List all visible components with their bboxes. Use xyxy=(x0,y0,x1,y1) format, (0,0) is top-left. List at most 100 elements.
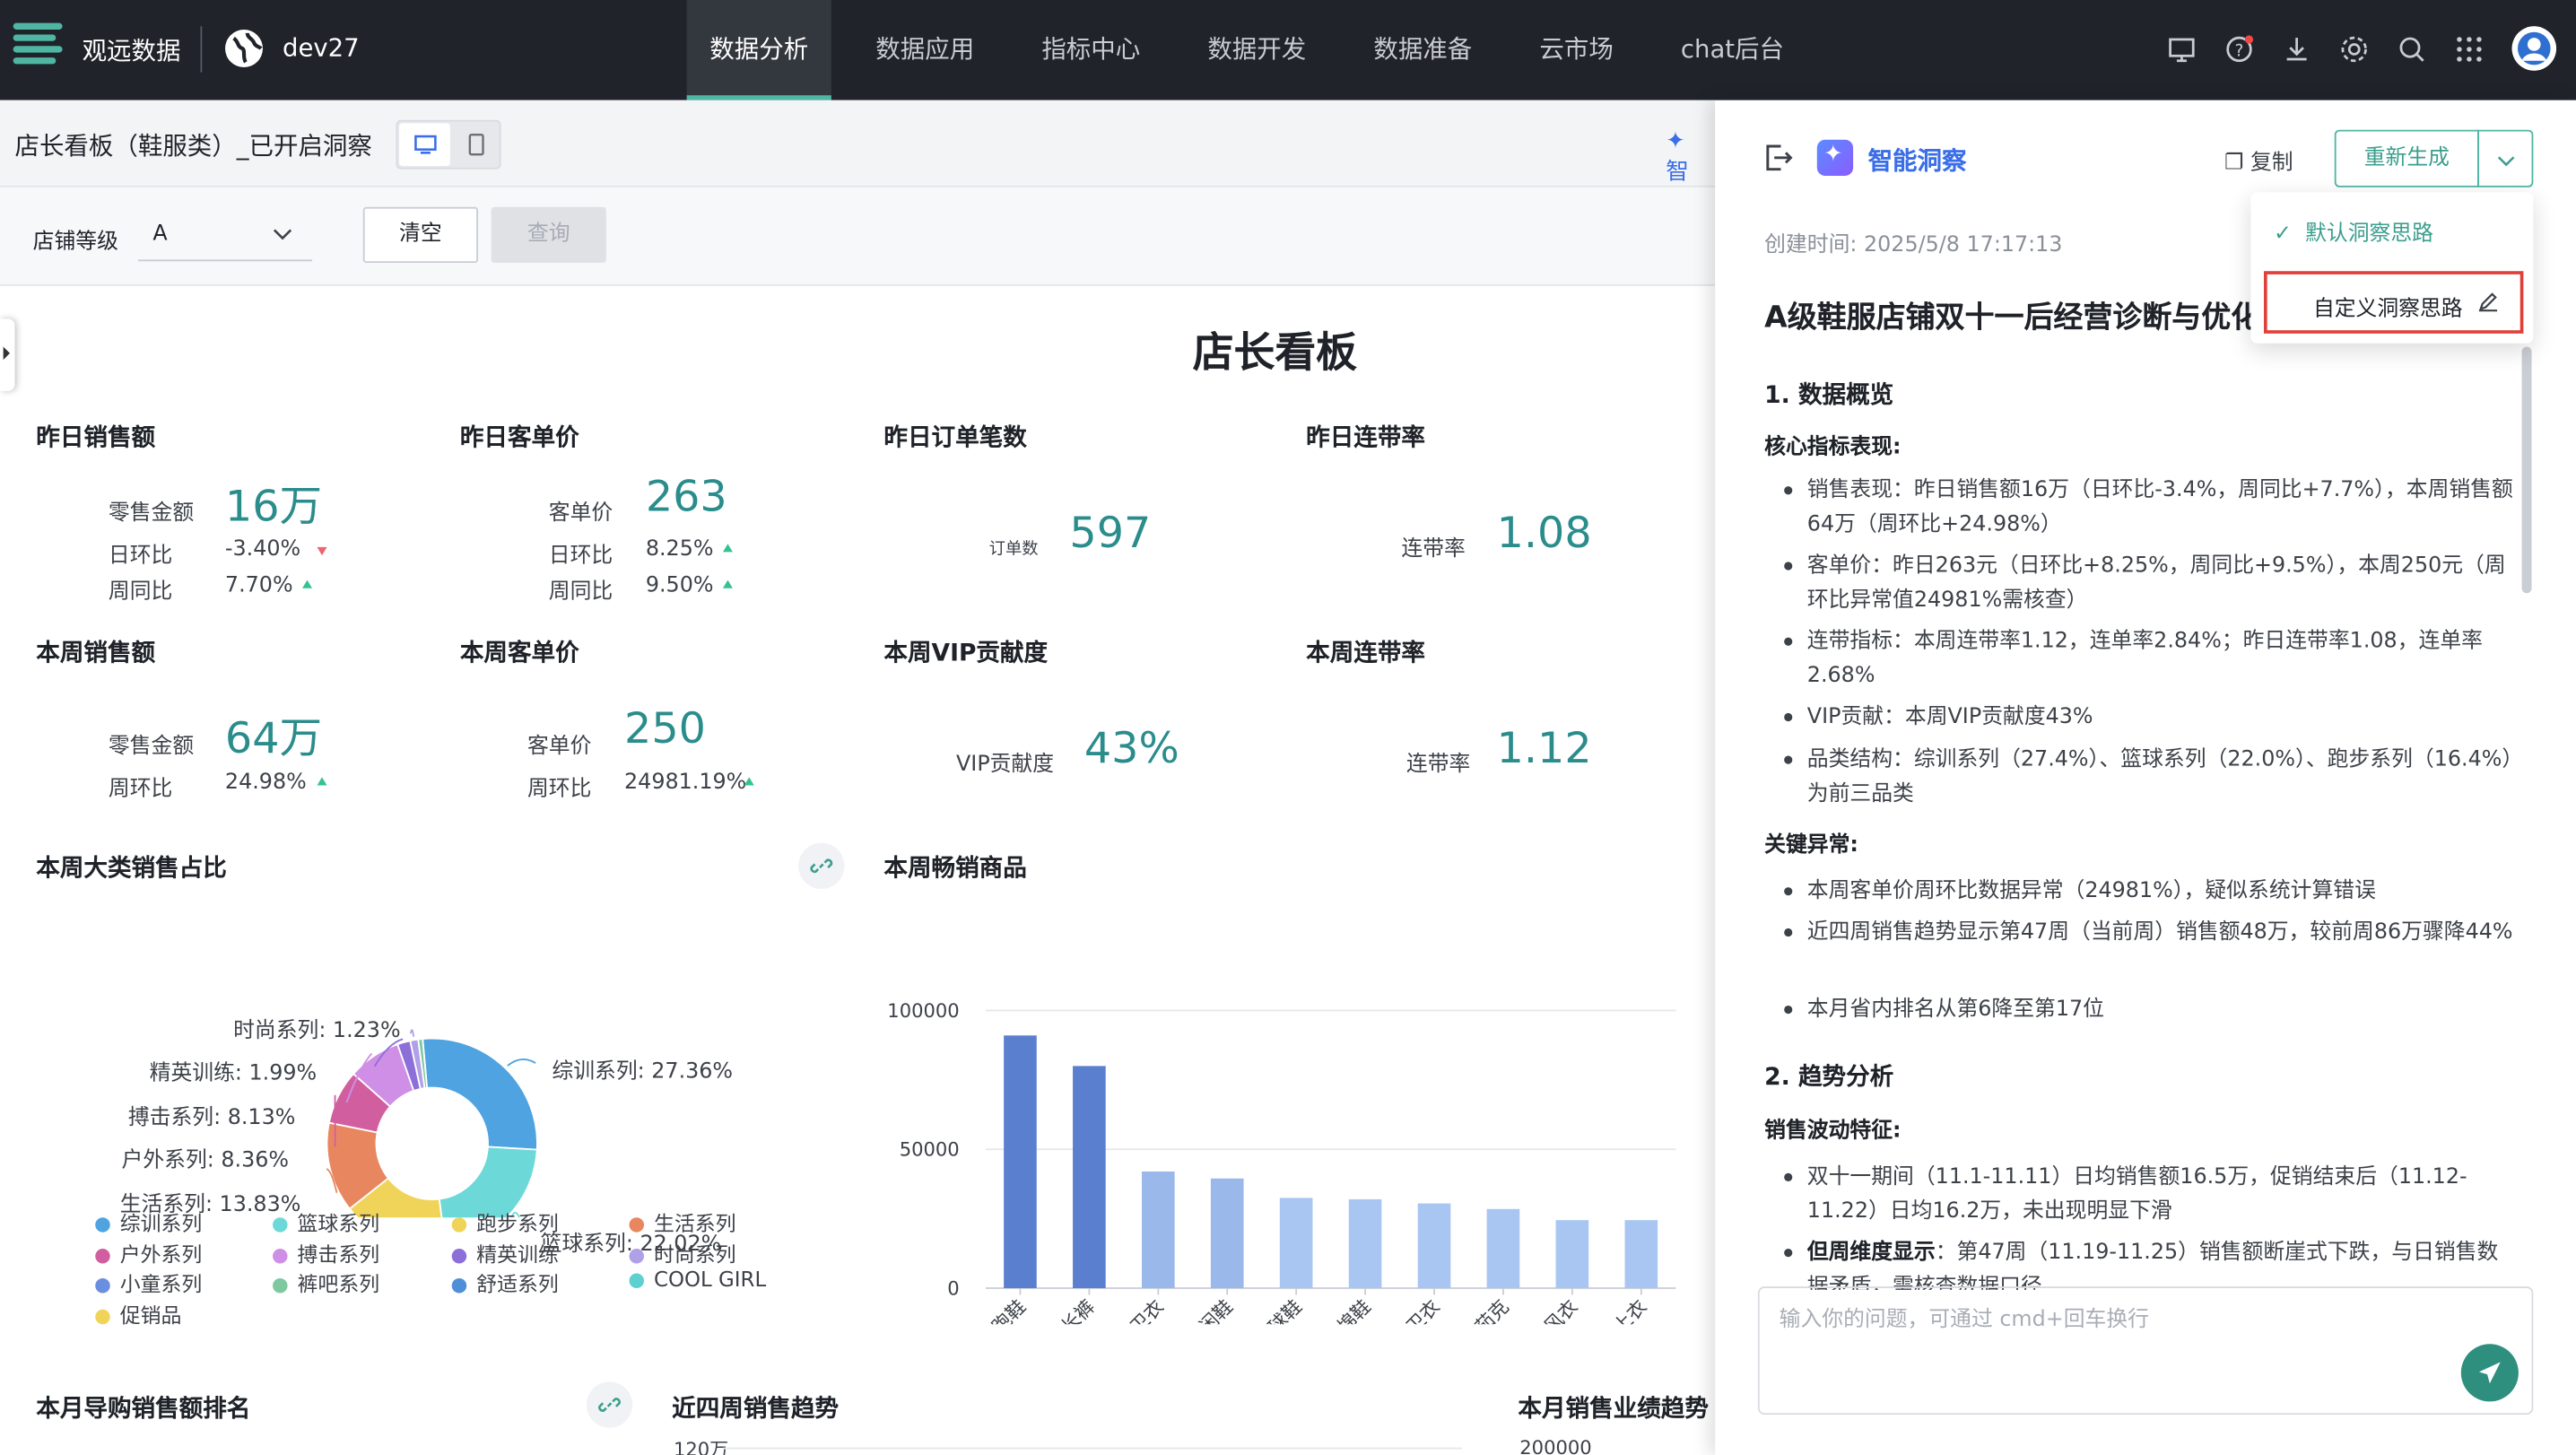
chevron-right-icon xyxy=(3,346,10,361)
kpi-value: 1.08 xyxy=(1496,509,1592,559)
store-level-select[interactable]: A xyxy=(137,209,313,262)
kpi-title: 本周VIP贡献度 xyxy=(883,640,1049,667)
apps-grid-icon[interactable] xyxy=(2454,34,2484,64)
nav-metrics-center[interactable]: 指标中心 xyxy=(1019,0,1163,100)
nav-data-prep[interactable]: 数据准备 xyxy=(1351,0,1495,100)
legend-label: 促销品 xyxy=(119,1302,182,1328)
legend-item[interactable]: 跑步系列 xyxy=(451,1206,559,1237)
kpi-compare-value: 24981.19% xyxy=(624,771,747,796)
x-tick-label: 套头卫衣 xyxy=(1099,1295,1168,1324)
legend-swatch xyxy=(451,1217,467,1233)
legend-item[interactable]: 促销品 xyxy=(95,1297,181,1329)
legend-item[interactable]: 裤吧系列 xyxy=(273,1267,379,1298)
legend-item[interactable]: COOL GIRL xyxy=(629,1267,766,1292)
bar[interactable] xyxy=(1555,1220,1589,1289)
download-icon[interactable] xyxy=(2282,34,2311,64)
nav-data-dev[interactable]: 数据开发 xyxy=(1185,0,1329,100)
subsection-heading: 销售波动特征: xyxy=(1764,1119,1902,1144)
content-scrollbar[interactable] xyxy=(2521,346,2532,594)
bar[interactable] xyxy=(1486,1208,1520,1289)
bar[interactable] xyxy=(1279,1198,1313,1289)
kpi-compare-label: 日环比 xyxy=(108,544,173,569)
legend-item[interactable]: 生活系列 xyxy=(629,1206,736,1237)
legend-item[interactable]: 户外系列 xyxy=(95,1236,202,1268)
exit-panel-icon[interactable] xyxy=(1762,142,1795,175)
kpi-value: 16万 xyxy=(224,483,323,533)
monitor-icon[interactable] xyxy=(2167,34,2197,64)
kpi-compare-value: -3.40% xyxy=(224,536,301,562)
mobile-view-icon[interactable] xyxy=(466,133,486,156)
filter-bar: 店铺等级 A 清空 查询 xyxy=(0,187,1716,286)
help-icon[interactable]: ? xyxy=(2224,34,2254,64)
kpi-value: 250 xyxy=(624,704,706,754)
insight-logo-icon: ✦ xyxy=(1816,139,1854,176)
legend-item[interactable]: 搏击系列 xyxy=(273,1236,379,1268)
legend-item[interactable]: 时尚系列 xyxy=(629,1236,736,1268)
brand-name[interactable]: 观远数据 xyxy=(83,33,181,67)
legend-swatch xyxy=(95,1278,110,1294)
sidebar-expand-handle[interactable] xyxy=(0,318,15,391)
legend-swatch xyxy=(95,1248,110,1263)
query-button[interactable]: 查询 xyxy=(491,206,606,264)
kpi-label: 客单价 xyxy=(527,734,592,760)
copy-button[interactable]: ❐ 复制 xyxy=(2224,144,2293,176)
kpi-label: VIP贡献度 xyxy=(956,752,1055,778)
smart-insight-button[interactable]: ✦ 智 xyxy=(1666,128,1715,187)
workspace-name[interactable]: dev27 xyxy=(283,33,360,63)
edit-icon[interactable] xyxy=(2477,291,2499,312)
section-heading: 2. 趋势分析 xyxy=(1764,1064,1894,1092)
panel-title: 智能洞察 xyxy=(1867,146,1967,176)
kpi-compare-label: 日环比 xyxy=(548,544,614,569)
chart-title: 本月导购销售额排名 xyxy=(36,1396,251,1424)
legend-swatch xyxy=(629,1248,645,1263)
legend-label: 综训系列 xyxy=(119,1210,203,1236)
desktop-view-button[interactable] xyxy=(399,123,450,166)
regenerate-options-menu: ✓ 默认洞察思路 自定义洞察思路 xyxy=(2250,192,2534,344)
question-input-placeholder: 输入你的问题，可通过 cmd+回车换行 xyxy=(1779,1307,2149,1333)
regenerate-button[interactable]: 重新生成 xyxy=(2334,129,2479,187)
nav-data-apps[interactable]: 数据应用 xyxy=(853,0,997,100)
kpi-compare-value: 9.50% xyxy=(645,573,714,598)
nav-chat-admin[interactable]: chat后台 xyxy=(1658,0,1806,100)
x-tick-label: 棉鞋 xyxy=(1333,1295,1375,1324)
legend-swatch xyxy=(451,1278,467,1294)
menu-item-label: 默认洞察思路 xyxy=(2305,222,2433,247)
menu-item-label: 自定义洞察思路 xyxy=(2312,297,2463,323)
bar[interactable] xyxy=(1004,1035,1037,1289)
gear-icon[interactable] xyxy=(2339,34,2369,64)
legend-label: 时尚系列 xyxy=(653,1241,736,1267)
top-navigation-bar: 观远数据 dev27 数据分析 数据应用 指标中心 数据开发 数据准备 云市场 … xyxy=(0,0,2576,100)
clear-button[interactable]: 清空 xyxy=(362,206,479,264)
axis-tick: 200000 xyxy=(1519,1435,1592,1455)
link-button[interactable] xyxy=(798,842,845,889)
bar[interactable] xyxy=(1624,1220,1658,1289)
y-tick-label: 50000 xyxy=(900,1138,960,1161)
legend-item[interactable]: 篮球系列 xyxy=(273,1206,379,1237)
regenerate-dropdown-button[interactable] xyxy=(2477,129,2534,187)
bar[interactable] xyxy=(1348,1198,1382,1289)
bar[interactable] xyxy=(1417,1203,1451,1289)
menu-item-custom-insight[interactable]: 自定义洞察思路 xyxy=(2263,271,2524,334)
bar[interactable] xyxy=(1073,1066,1106,1289)
legend-item[interactable]: 精英训练 xyxy=(451,1236,559,1268)
chevron-down-icon xyxy=(273,229,292,240)
kpi-compare-label: 周同比 xyxy=(548,579,614,606)
pie-slice-label: 综训系列: 27.36% xyxy=(552,1059,734,1085)
legend-item[interactable]: 舒适系列 xyxy=(451,1267,559,1298)
app-logo-icon[interactable] xyxy=(13,22,63,73)
send-button[interactable] xyxy=(2460,1344,2519,1402)
legend-item[interactable]: 小童系列 xyxy=(95,1267,202,1298)
pie-slice[interactable] xyxy=(422,1037,538,1151)
nav-data-analysis[interactable]: 数据分析 xyxy=(686,0,831,100)
globe-icon[interactable] xyxy=(223,28,265,69)
x-tick-label: 篮球鞋 xyxy=(1250,1295,1306,1324)
search-icon[interactable] xyxy=(2397,34,2426,64)
link-button[interactable] xyxy=(586,1381,633,1428)
bar[interactable] xyxy=(1210,1178,1244,1289)
question-input[interactable]: 输入你的问题，可通过 cmd+回车换行 xyxy=(1757,1286,2534,1416)
nav-cloud-market[interactable]: 云市场 xyxy=(1517,0,1637,100)
user-avatar[interactable] xyxy=(2511,26,2557,71)
menu-item-default-insight[interactable]: ✓ 默认洞察思路 xyxy=(2274,215,2433,247)
legend-item[interactable]: 综训系列 xyxy=(95,1206,202,1237)
bar[interactable] xyxy=(1141,1171,1175,1289)
